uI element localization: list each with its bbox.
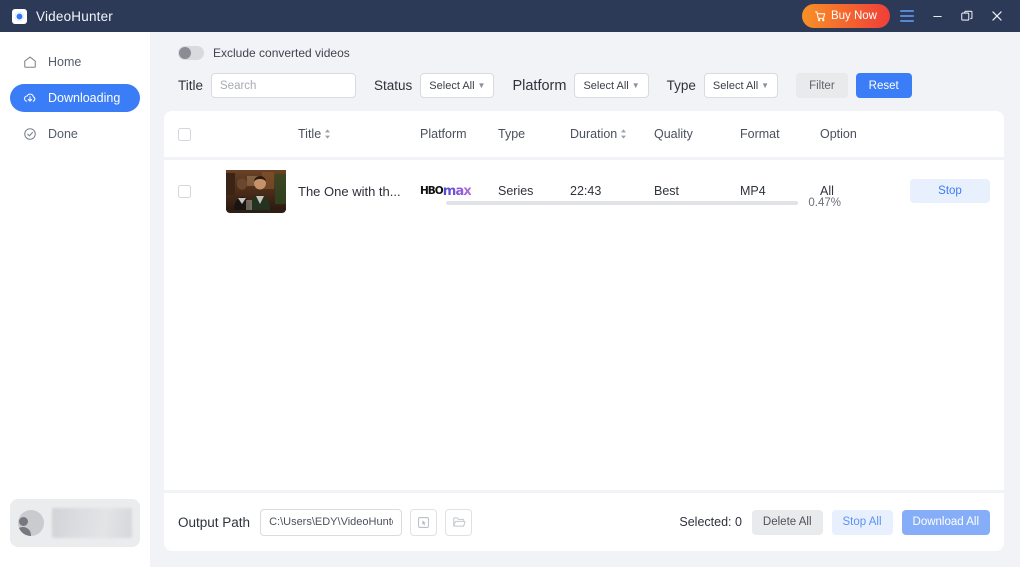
sidebar-item-done[interactable]: Done [10, 120, 140, 148]
hbo-wordmark: HBO [420, 185, 444, 197]
chevron-down-icon: ▼ [761, 80, 770, 90]
format-header: Format [740, 127, 780, 141]
filter-toolbar: Title Status Select All ▼ Platform Selec… [164, 60, 1004, 111]
stop-button[interactable]: Stop [910, 179, 990, 203]
sort-arrows-icon [324, 129, 331, 139]
row-title: The One with th... [298, 183, 401, 199]
select-all-checkbox[interactable] [178, 127, 191, 141]
check-circle-icon [22, 127, 37, 142]
filter-button[interactable]: Filter [796, 73, 848, 98]
sidebar-item-label: Home [48, 54, 82, 69]
option-header: Option [820, 127, 857, 141]
minimize-button[interactable] [924, 3, 950, 29]
videohunter-window: VideoHunter Buy Now Home Downloading Don… [0, 0, 1020, 567]
row-type-cell: Series [498, 184, 534, 198]
table-header: Title Platform Type Duration Quality For… [164, 111, 1004, 157]
shopping-cart-icon [814, 10, 826, 21]
select-all-cell [178, 127, 226, 141]
progress-percent: 0.47% [808, 197, 841, 209]
sort-arrows-icon [620, 129, 627, 139]
sidebar-item-label: Downloading [48, 90, 121, 105]
platform-select[interactable]: Select All ▼ [574, 73, 649, 98]
platform-select-value: Select All [583, 79, 629, 92]
exclude-converted-toggle[interactable] [178, 46, 204, 60]
thumbnail-image [226, 169, 286, 210]
buy-now-button[interactable]: Buy Now [801, 4, 890, 28]
row-checkbox[interactable] [178, 184, 191, 198]
type-header: Type [498, 127, 526, 141]
output-path-input[interactable] [260, 508, 403, 536]
bottom-bar: Output Path Selected: 0 Delete All Stop … [164, 493, 1004, 551]
download-cloud-icon [22, 91, 37, 106]
row-option-cell: All [820, 184, 834, 198]
chevron-down-icon: ▼ [631, 80, 640, 90]
sidebar-item-downloading[interactable]: Downloading [10, 84, 140, 112]
title-bar: VideoHunter Buy Now [0, 0, 1020, 32]
search-input[interactable] [211, 73, 357, 98]
row-format-cell: MP4 [740, 184, 766, 198]
platform-header: Platform [420, 127, 467, 141]
quality-header: Quality [654, 127, 693, 141]
row-title-cell: The One with th... [298, 184, 420, 199]
output-path-label: Output Path [178, 514, 251, 530]
select-folder-button[interactable] [410, 508, 438, 536]
status-filter-label: Status [374, 78, 413, 93]
exclude-converted-label: Exclude converted videos [213, 46, 350, 60]
account-panel[interactable] [10, 499, 140, 547]
user-avatar-icon [18, 510, 44, 536]
duration-sort-toggle[interactable]: Duration [570, 127, 627, 141]
reset-button[interactable]: Reset [855, 73, 912, 98]
close-icon [992, 11, 1002, 21]
row-duration-cell: 22:43 [570, 184, 602, 198]
main-content: Exclude converted videos Title Status Se… [150, 32, 1020, 567]
row-select-cell [178, 184, 226, 198]
maximize-restore-icon [961, 10, 973, 21]
row-progress: 0.47% [446, 197, 841, 209]
hamburger-menu-button[interactable] [894, 3, 920, 29]
close-button[interactable] [984, 3, 1010, 29]
chevron-down-icon: ▼ [477, 80, 486, 90]
title-header-label: Title [298, 127, 322, 141]
open-folder-button[interactable] [445, 508, 473, 536]
duration-header: Duration [570, 127, 654, 141]
platform-filter-label: Platform [512, 77, 567, 94]
exclude-converted-row: Exclude converted videos [164, 32, 1004, 60]
minimize-icon [932, 15, 942, 17]
delete-all-button[interactable]: Delete All [751, 509, 823, 535]
row-quality-cell: Best [654, 184, 680, 198]
friends-episode-thumbnail [226, 169, 286, 213]
progress-bar [446, 201, 799, 205]
title-filter-label: Title [178, 78, 204, 93]
window-body: Home Downloading Done Exclude converted … [0, 32, 1020, 567]
app-brand: VideoHunter [12, 8, 114, 24]
sidebar-item-label: Done [48, 126, 78, 141]
sidebar: Home Downloading Done [0, 32, 150, 567]
type-select[interactable]: Select All ▼ [703, 73, 779, 98]
cursor-select-icon [418, 516, 429, 528]
home-icon [22, 55, 37, 70]
row-thumbnail-cell [226, 169, 298, 213]
sidebar-item-home[interactable]: Home [10, 48, 140, 76]
app-title: VideoHunter [36, 8, 114, 24]
type-filter-label: Type [666, 78, 696, 93]
status-select-value: Select All [429, 79, 475, 92]
hamburger-menu-icon [900, 10, 914, 22]
folder-open-icon [452, 517, 465, 527]
title-header: Title [298, 127, 420, 141]
title-sort-toggle[interactable]: Title [298, 127, 331, 141]
download-all-button[interactable]: Download All [901, 509, 990, 535]
row-action-cell: Stop [904, 179, 1004, 203]
table-row[interactable]: The One with th... HBO max Series 22:43 … [164, 160, 1004, 222]
type-select-value: Select All [712, 79, 759, 92]
account-name-redacted [52, 508, 132, 538]
stop-all-button[interactable]: Stop All [831, 509, 893, 535]
maximize-button[interactable] [954, 3, 980, 29]
buy-now-label: Buy Now [830, 10, 877, 22]
selected-count: Selected: 0 [679, 515, 742, 529]
duration-header-label: Duration [570, 127, 618, 141]
status-select[interactable]: Select All ▼ [420, 73, 495, 98]
videohunter-logo-icon [12, 8, 27, 24]
download-list: The One with th... HBO max Series 22:43 … [164, 160, 1004, 490]
